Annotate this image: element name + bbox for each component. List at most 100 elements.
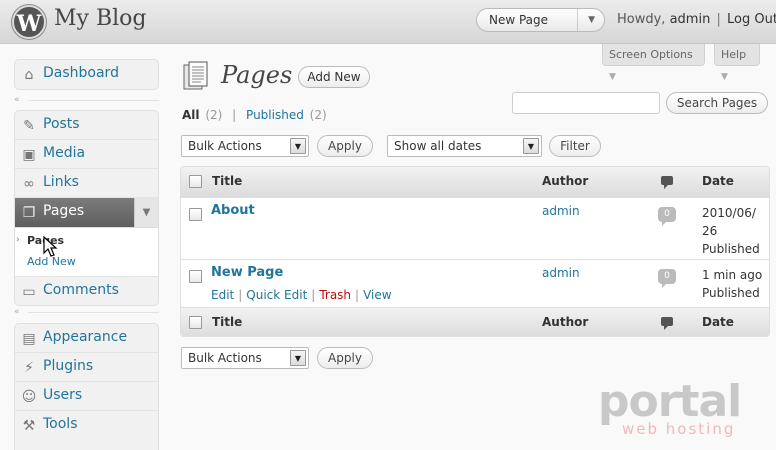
row-status: Published — [702, 242, 760, 256]
separator: | — [355, 288, 360, 302]
row-checkbox[interactable] — [189, 208, 202, 221]
menu-separator[interactable]: « — [14, 95, 159, 107]
column-date-header[interactable]: Date — [702, 174, 734, 188]
column-title-header[interactable]: Title — [212, 174, 242, 188]
comment-count-badge[interactable]: 0 — [658, 207, 676, 226]
row-quick-edit-link[interactable]: Quick Edit — [246, 288, 307, 302]
search-pages-button[interactable]: Search Pages — [666, 92, 768, 114]
link-icon: ∞ — [23, 176, 35, 192]
admin-header: W My Blog New Page ▼ Howdy, admin | Log … — [0, 0, 776, 44]
users-icon: ☺ — [21, 389, 37, 405]
submenu-toggle-icon[interactable]: ▼ — [134, 198, 158, 227]
chevron-down-icon: ▼ — [609, 72, 616, 82]
row-date: 2010/06/ 26 Published — [702, 204, 768, 258]
status-all-count: (2) — [205, 108, 223, 122]
row-author-link[interactable]: admin — [542, 204, 580, 218]
dropdown-divider — [577, 9, 578, 31]
row-date-line: 1 min ago — [702, 268, 763, 282]
pages-submenu: › Pages Add New — [15, 227, 158, 276]
submenu-item-add-new[interactable]: Add New — [15, 251, 158, 272]
sidebar-item-posts[interactable]: ✎ Posts — [15, 111, 158, 140]
site-title[interactable]: My Blog — [54, 6, 146, 31]
row-title-link[interactable]: New Page — [211, 265, 283, 280]
tools-icon: ⚒ — [22, 418, 36, 434]
comment-icon: ▭ — [22, 284, 36, 300]
comment-count-badge[interactable]: 0 — [658, 269, 676, 288]
sidebar-item-plugins[interactable]: ⚡ Plugins — [15, 353, 158, 382]
row-title-link[interactable]: About — [211, 203, 255, 218]
menu-group-content: ✎ Posts ▣ Media ∞ Links ❐ Pages ▼ › Page… — [14, 110, 159, 306]
menu-group-settings: ▤ Appearance ⚡ Plugins ☺ Users ⚒ Tools — [14, 323, 159, 450]
sidebar-item-media[interactable]: ▣ Media — [15, 140, 158, 169]
sidebar-item-tools[interactable]: ⚒ Tools — [15, 411, 158, 440]
chevron-down-icon: ▼ — [721, 72, 728, 82]
row-checkbox[interactable] — [189, 270, 202, 283]
table-footer: Title Author Date — [181, 307, 769, 336]
sidebar-item-label: Users — [43, 387, 83, 403]
filter-button[interactable]: Filter — [549, 135, 601, 157]
status-all-link[interactable]: All — [182, 108, 200, 122]
status-published-link[interactable]: Published — [246, 108, 304, 122]
chevron-down-icon[interactable]: ▼ — [523, 138, 539, 154]
sidebar-item-comments[interactable]: ▭ Comments — [15, 276, 158, 305]
plugin-icon: ⚡ — [24, 360, 34, 376]
search-input[interactable] — [512, 92, 660, 114]
watermark-main-text: portal — [598, 376, 742, 427]
menu-group-dashboard: ⌂ Dashboard — [14, 59, 159, 90]
sidebar-item-appearance[interactable]: ▤ Appearance — [15, 324, 158, 353]
chevron-down-icon[interactable]: ▼ — [290, 138, 306, 154]
page-title: Pages — [221, 61, 293, 89]
bulk-actions-select-bottom[interactable]: Bulk Actions ▼ — [181, 347, 309, 369]
menu-separator[interactable]: « — [14, 307, 159, 319]
favorite-actions-dropdown[interactable]: New Page ▼ — [476, 8, 605, 32]
media-icon: ▣ — [22, 147, 36, 163]
separator: | — [238, 288, 243, 302]
chevron-down-icon[interactable]: ▼ — [588, 9, 595, 31]
sidebar-item-label: Plugins — [43, 358, 94, 374]
row-date: 1 min ago Published — [702, 266, 768, 302]
separator-line — [28, 100, 159, 101]
row-trash-link[interactable]: Trash — [319, 288, 351, 302]
comments-column-icon — [661, 317, 673, 330]
column-title-header[interactable]: Title — [212, 315, 242, 329]
row-view-link[interactable]: View — [363, 288, 391, 302]
logout-link[interactable]: Log Out — [727, 12, 776, 27]
sidebar-item-users[interactable]: ☺ Users — [15, 382, 158, 411]
row-status: Published — [702, 286, 760, 300]
username-link[interactable]: admin — [670, 12, 711, 27]
help-label: Help — [721, 48, 747, 61]
column-author-header: Author — [542, 174, 589, 188]
column-author-header: Author — [542, 315, 589, 329]
bulk-actions-select[interactable]: Bulk Actions ▼ — [181, 135, 309, 157]
row-edit-link[interactable]: Edit — [211, 288, 234, 302]
row-author-link[interactable]: admin — [542, 266, 580, 280]
user-info: Howdy, admin | Log Out — [617, 12, 776, 27]
screen-options-tab[interactable]: Screen Options ▼ — [602, 44, 705, 82]
table-row: About admin 0 2010/06/ 26 Published — [181, 197, 769, 259]
sidebar-item-label: Pages — [43, 203, 85, 219]
collapse-arrows-icon[interactable]: « — [14, 307, 20, 317]
sidebar-item-label: Tools — [43, 416, 78, 432]
apply-button-bottom[interactable]: Apply — [317, 347, 373, 369]
add-new-button[interactable]: Add New — [298, 66, 370, 88]
submenu-item-pages[interactable]: › Pages — [15, 230, 158, 251]
date-filter-select[interactable]: Show all dates ▼ — [387, 135, 542, 157]
table-header: Title Author Date — [181, 167, 769, 197]
column-date-header[interactable]: Date — [702, 315, 734, 329]
collapse-arrows-icon[interactable]: « — [14, 95, 20, 105]
bulk-actions-value: Bulk Actions — [188, 351, 262, 365]
row-date-line: 26 — [702, 224, 718, 238]
apply-button[interactable]: Apply — [317, 135, 373, 157]
pages-table: Title Author Date About admin 0 2010/06/… — [180, 166, 770, 337]
sidebar-item-label: Comments — [43, 282, 119, 298]
sidebar-item-dashboard[interactable]: ⌂ Dashboard — [15, 60, 158, 89]
help-tab[interactable]: Help ▼ — [714, 44, 760, 82]
sidebar-item-pages[interactable]: ❐ Pages ▼ — [15, 198, 158, 227]
select-all-checkbox[interactable] — [189, 316, 202, 329]
date-filter-value: Show all dates — [394, 139, 482, 153]
pushpin-icon: ✎ — [23, 118, 35, 134]
sidebar-item-links[interactable]: ∞ Links — [15, 169, 158, 198]
select-all-checkbox[interactable] — [189, 175, 202, 188]
chevron-down-icon[interactable]: ▼ — [290, 350, 306, 366]
appearance-icon: ▤ — [22, 331, 36, 347]
